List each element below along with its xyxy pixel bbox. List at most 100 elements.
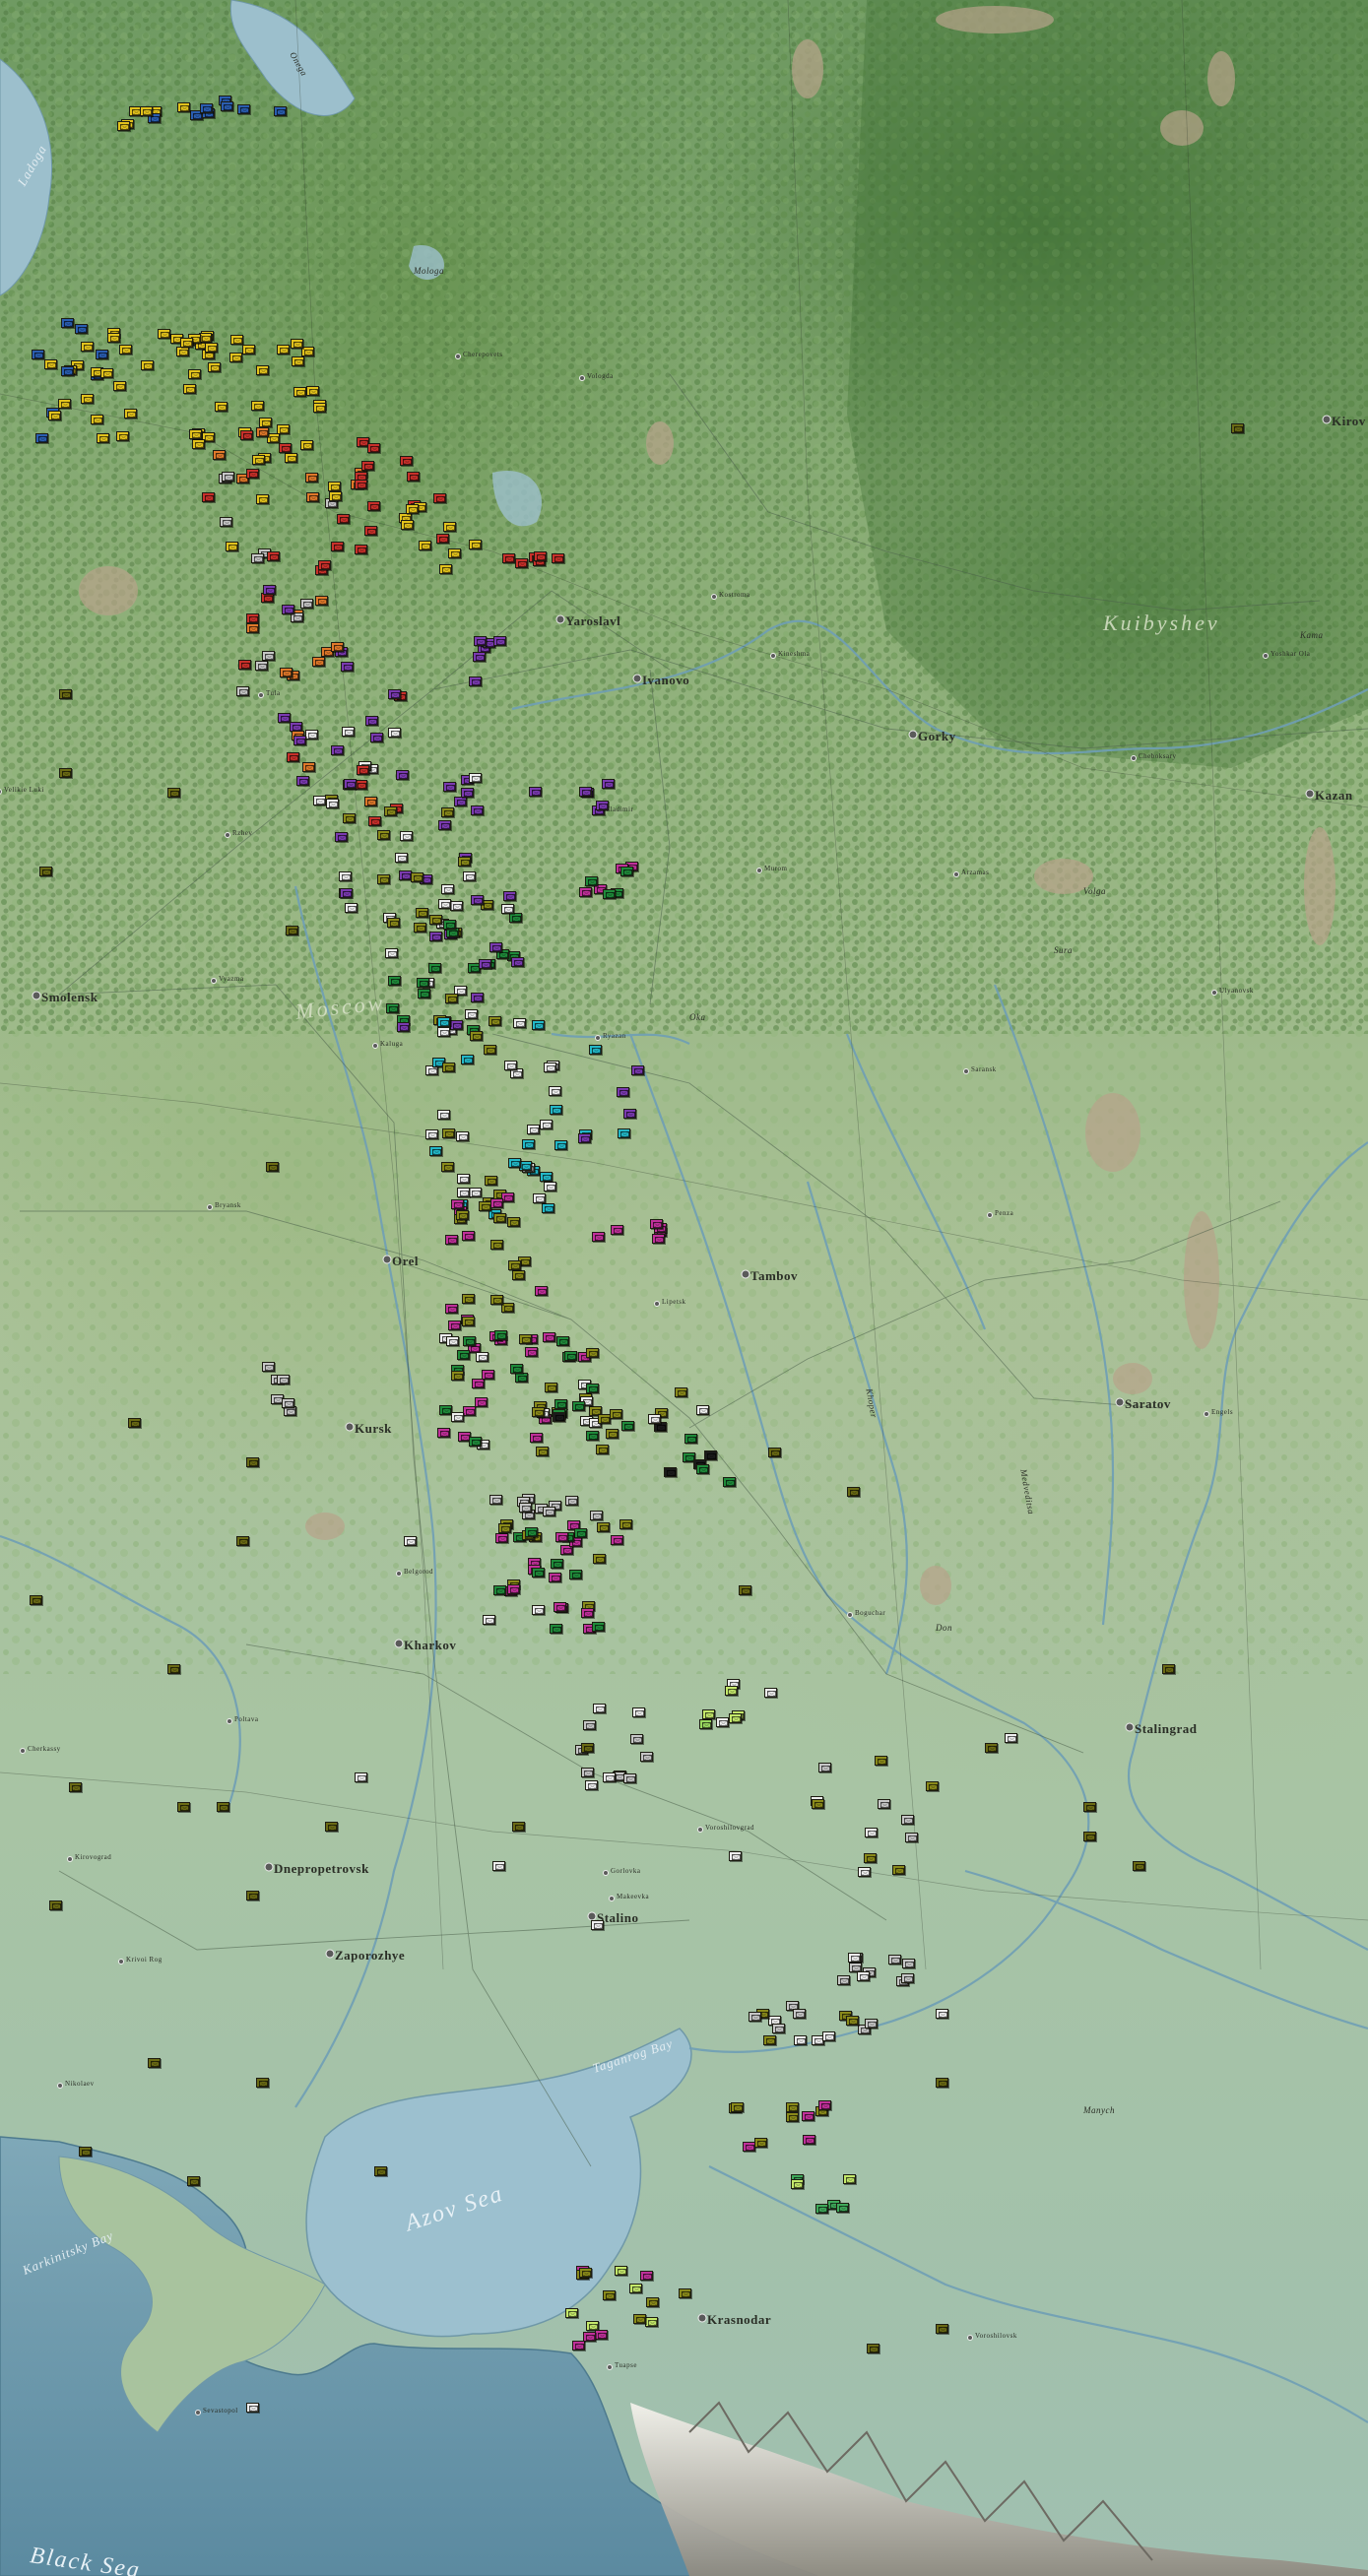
infantry-counter-icon[interactable]	[457, 1174, 470, 1184]
infantry-counter-icon[interactable]	[355, 480, 367, 489]
infantry-counter-icon[interactable]	[437, 1017, 450, 1027]
infantry-counter-icon[interactable]	[664, 1467, 677, 1477]
infantry-counter-icon[interactable]	[936, 2009, 948, 2019]
infantry-counter-icon[interactable]	[640, 2271, 653, 2281]
hq-flag-icon[interactable]	[79, 2147, 92, 2157]
infantry-counter-icon[interactable]	[583, 1720, 596, 1730]
infantry-counter-icon[interactable]	[901, 1973, 914, 1983]
infantry-counter-icon[interactable]	[843, 2174, 856, 2184]
infantry-counter-icon[interactable]	[583, 2332, 596, 2342]
infantry-counter-icon[interactable]	[803, 2135, 815, 2145]
hq-flag-icon[interactable]	[246, 1891, 259, 1900]
infantry-counter-icon[interactable]	[585, 876, 598, 886]
infantry-counter-icon[interactable]	[623, 1773, 636, 1783]
infantry-counter-icon[interactable]	[229, 353, 242, 362]
infantry-counter-icon[interactable]	[329, 491, 342, 501]
infantry-counter-icon[interactable]	[91, 415, 103, 424]
infantry-counter-icon[interactable]	[482, 1370, 494, 1380]
infantry-counter-icon[interactable]	[888, 1955, 901, 1964]
infantry-counter-icon[interactable]	[593, 1704, 606, 1713]
infantry-counter-icon[interactable]	[61, 318, 74, 328]
infantry-counter-icon[interactable]	[400, 456, 413, 466]
infantry-counter-icon[interactable]	[498, 1523, 511, 1533]
infantry-counter-icon[interactable]	[401, 520, 414, 530]
infantry-counter-icon[interactable]	[119, 345, 132, 354]
infantry-counter-icon[interactable]	[251, 553, 264, 563]
hq-flag-icon[interactable]	[69, 1782, 82, 1792]
infantry-counter-icon[interactable]	[836, 2203, 849, 2213]
infantry-counter-icon[interactable]	[335, 832, 348, 842]
infantry-counter-icon[interactable]	[367, 501, 380, 511]
hq-flag-icon[interactable]	[286, 926, 298, 935]
infantry-counter-icon[interactable]	[786, 2102, 799, 2112]
infantry-counter-icon[interactable]	[221, 101, 233, 111]
infantry-counter-icon[interactable]	[318, 560, 331, 570]
infantry-counter-icon[interactable]	[490, 1198, 503, 1208]
infantry-counter-icon[interactable]	[451, 1412, 464, 1422]
infantry-counter-icon[interactable]	[343, 813, 356, 823]
infantry-counter-icon[interactable]	[437, 1110, 450, 1120]
infantry-counter-icon[interactable]	[515, 1373, 528, 1383]
infantry-counter-icon[interactable]	[443, 920, 456, 930]
infantry-counter-icon[interactable]	[596, 801, 609, 810]
infantry-counter-icon[interactable]	[205, 343, 218, 353]
infantry-counter-icon[interactable]	[313, 403, 326, 413]
infantry-counter-icon[interactable]	[864, 1853, 877, 1863]
infantry-counter-icon[interactable]	[865, 2019, 878, 2029]
infantry-counter-icon[interactable]	[475, 1397, 488, 1407]
infantry-counter-icon[interactable]	[357, 765, 369, 775]
infantry-counter-icon[interactable]	[552, 553, 564, 563]
infantry-counter-icon[interactable]	[469, 1188, 482, 1197]
infantry-counter-icon[interactable]	[256, 365, 269, 375]
infantry-counter-icon[interactable]	[723, 1477, 736, 1487]
infantry-counter-icon[interactable]	[443, 782, 456, 792]
infantry-counter-icon[interactable]	[731, 2102, 744, 2112]
infantry-counter-icon[interactable]	[451, 1371, 464, 1381]
infantry-counter-icon[interactable]	[448, 1320, 461, 1330]
hq-flag-icon[interactable]	[1083, 1802, 1096, 1812]
infantry-counter-icon[interactable]	[237, 104, 250, 114]
infantry-counter-icon[interactable]	[545, 1383, 557, 1392]
infantry-counter-icon[interactable]	[611, 1225, 623, 1235]
infantry-counter-icon[interactable]	[404, 1536, 417, 1546]
infantry-counter-icon[interactable]	[525, 1527, 538, 1537]
infantry-counter-icon[interactable]	[554, 1140, 567, 1150]
hq-flag-icon[interactable]	[936, 2324, 948, 2334]
infantry-counter-icon[interactable]	[652, 1234, 665, 1244]
infantry-counter-icon[interactable]	[425, 1129, 438, 1139]
infantry-counter-icon[interactable]	[602, 779, 615, 789]
infantry-counter-icon[interactable]	[581, 1768, 594, 1777]
infantry-counter-icon[interactable]	[596, 1445, 609, 1454]
hq-flag-icon[interactable]	[256, 2078, 269, 2088]
infantry-counter-icon[interactable]	[490, 1295, 503, 1305]
infantry-counter-icon[interactable]	[474, 636, 487, 646]
infantry-counter-icon[interactable]	[385, 948, 398, 958]
infantry-counter-icon[interactable]	[188, 369, 201, 379]
infantry-counter-icon[interactable]	[441, 807, 454, 817]
infantry-counter-icon[interactable]	[183, 384, 196, 394]
infantry-counter-icon[interactable]	[180, 338, 193, 348]
infantry-counter-icon[interactable]	[479, 959, 491, 969]
infantry-counter-icon[interactable]	[619, 1519, 632, 1529]
infantry-counter-icon[interactable]	[590, 1511, 603, 1520]
infantry-counter-icon[interactable]	[437, 1428, 450, 1438]
infantry-counter-icon[interactable]	[471, 895, 484, 905]
infantry-counter-icon[interactable]	[586, 1348, 599, 1358]
infantry-counter-icon[interactable]	[729, 1851, 742, 1861]
infantry-counter-icon[interactable]	[704, 1450, 717, 1460]
infantry-counter-icon[interactable]	[58, 399, 71, 409]
infantry-counter-icon[interactable]	[675, 1387, 687, 1397]
infantry-counter-icon[interactable]	[802, 2111, 814, 2121]
infantry-counter-icon[interactable]	[574, 1528, 587, 1538]
infantry-counter-icon[interactable]	[610, 1409, 622, 1419]
infantry-counter-icon[interactable]	[493, 1213, 506, 1223]
infantry-counter-icon[interactable]	[629, 2284, 642, 2293]
infantry-counter-icon[interactable]	[469, 540, 482, 549]
infantry-counter-icon[interactable]	[436, 534, 449, 544]
infantry-counter-icon[interactable]	[892, 1865, 905, 1875]
infantry-counter-icon[interactable]	[512, 1270, 525, 1280]
infantry-counter-icon[interactable]	[246, 623, 259, 633]
infantry-counter-icon[interactable]	[236, 686, 249, 696]
infantry-counter-icon[interactable]	[397, 1022, 410, 1032]
infantry-counter-icon[interactable]	[305, 473, 318, 483]
